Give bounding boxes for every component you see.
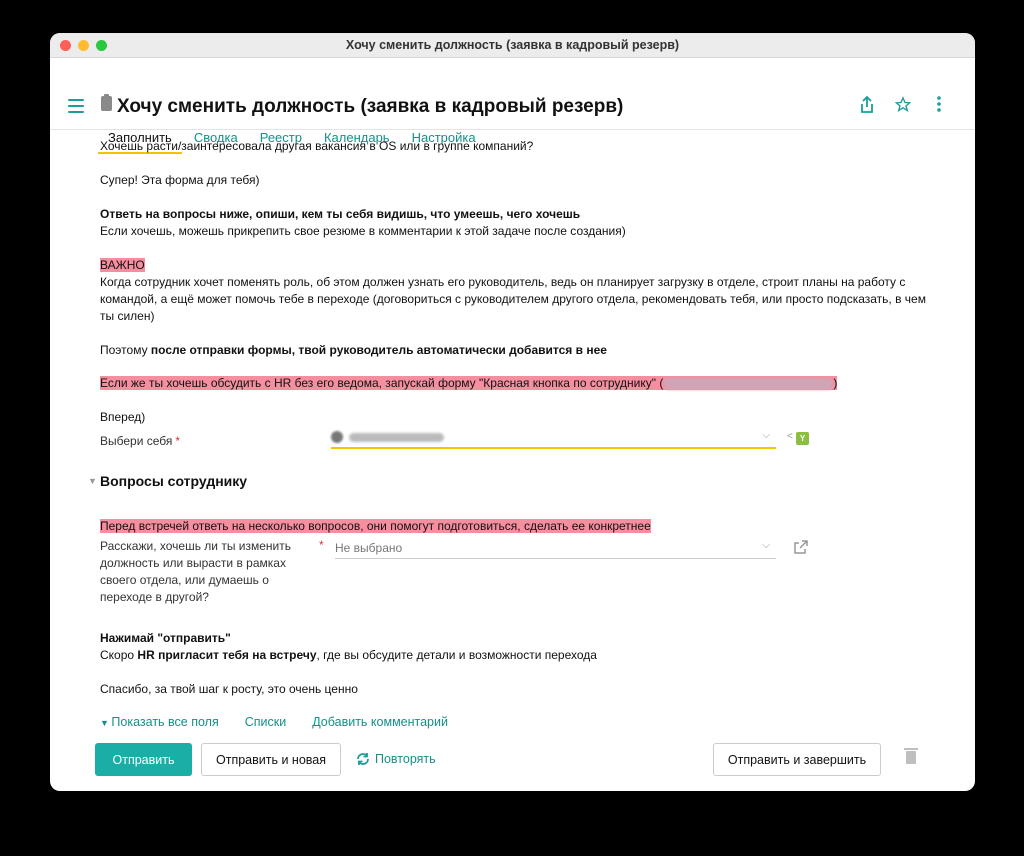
badge-prefix: < [787, 431, 793, 442]
send-button[interactable]: Отправить [95, 743, 192, 776]
redacted-link[interactable] [663, 377, 834, 390]
chevron-down-icon: ⌵ [762, 540, 770, 551]
badge-y[interactable]: Y [796, 432, 809, 445]
send-and-finish-button[interactable]: Отправить и завершить [713, 743, 881, 776]
minimize-window-button[interactable] [78, 40, 89, 51]
clipboard-icon [101, 94, 112, 111]
hamburger-menu-icon[interactable] [68, 99, 84, 113]
close-window-button[interactable] [60, 40, 71, 51]
form-content: Хочешь расти/заинтересовала другая вакан… [50, 130, 975, 791]
instructions-text: Если хочешь, можешь прикрепить свое резю… [100, 224, 626, 238]
section-title: Вопросы сотруднику [100, 473, 248, 489]
important-text: Когда сотрудник хочет поменять роль, об … [100, 275, 926, 323]
intro-text: Хочешь расти/заинтересовала другая вакан… [100, 139, 534, 153]
question-required-mark: * [319, 538, 324, 552]
refresh-icon [357, 753, 369, 765]
question-dropdown[interactable]: Не выбрано ⌵ [335, 537, 776, 559]
collapse-triangle-icon[interactable]: ▼ [88, 476, 97, 486]
app-window: Хочу сменить должность (заявка в кадровы… [50, 33, 975, 791]
window-controls [60, 40, 107, 51]
header-actions [859, 95, 947, 113]
open-external-icon[interactable] [794, 540, 808, 554]
go-text: Вперед) [100, 410, 146, 424]
trash-icon[interactable] [904, 748, 918, 764]
chevron-down-icon: ⌵ [762, 430, 770, 441]
hr-note: Если же ты хочешь обсудить с HR без его … [100, 376, 838, 390]
zoom-window-button[interactable] [96, 40, 107, 51]
important-label: ВАЖНО [100, 258, 145, 272]
thanks-text: Спасибо, за твой шаг к росту, это очень … [100, 682, 358, 696]
instructions-bold: Ответь на вопросы ниже, опиши, кем ты се… [100, 207, 581, 221]
select-self-dropdown[interactable]: ⌵ [331, 427, 776, 449]
add-comment-link[interactable]: Добавить комментарий [312, 715, 448, 729]
share-icon[interactable] [859, 95, 875, 113]
star-icon[interactable] [895, 95, 911, 113]
repeat-button[interactable]: Повторять [356, 752, 436, 766]
selected-user-name [349, 432, 444, 442]
window-title: Хочу сменить должность (заявка в кадровы… [345, 38, 680, 52]
page-title: Хочу сменить должность (заявка в кадровы… [117, 96, 624, 117]
more-vertical-icon[interactable] [931, 95, 947, 113]
question-label: Расскажи, хочешь ли ты изменить должност… [100, 539, 291, 604]
form-links: Показать все поля Списки Добавить коммен… [100, 715, 448, 729]
intro-text-2: Супер! Эта форма для тебя) [100, 173, 260, 187]
meeting-text: Скоро HR пригласит тебя на встречу, где … [100, 648, 597, 662]
meeting-hint: Перед встречей ответь на несколько вопро… [100, 519, 651, 533]
show-all-fields-link[interactable]: Показать все поля [100, 715, 218, 729]
manager-note: Поэтому после отправки формы, твой руков… [100, 343, 607, 357]
titlebar: Хочу сменить должность (заявка в кадровы… [50, 33, 975, 58]
lists-link[interactable]: Списки [245, 715, 286, 729]
select-self-label: Выбери себя * [100, 434, 181, 448]
avatar [331, 431, 343, 443]
question-dropdown-value: Не выбрано [335, 540, 403, 555]
send-and-new-button[interactable]: Отправить и новая [201, 743, 341, 776]
app-header: Хочу сменить должность (заявка в кадровы… [50, 58, 975, 154]
press-send-text: Нажимай "отправить" [100, 631, 231, 645]
